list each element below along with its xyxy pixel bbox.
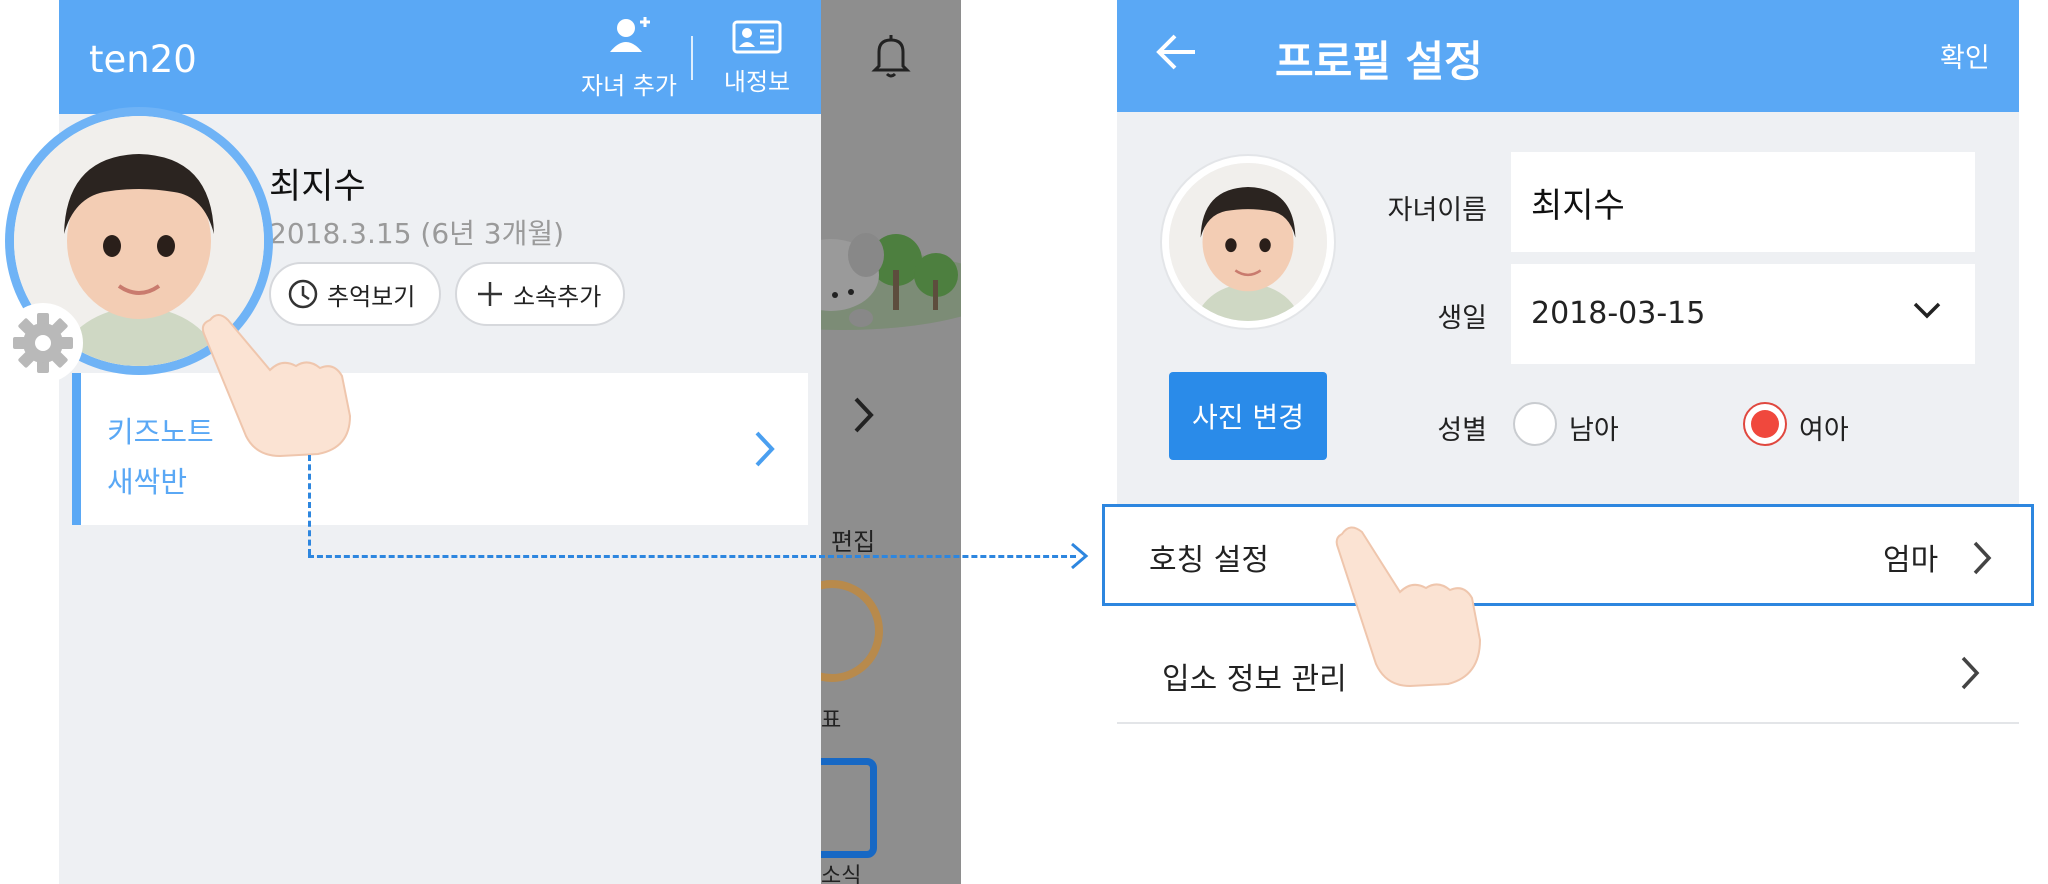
birthday-value: 2018-03-15 <box>1531 296 1706 331</box>
admission-info-row[interactable]: 입소 정보 관리 <box>1117 614 2019 724</box>
change-photo-button[interactable]: 사진 변경 <box>1169 372 1327 460</box>
app-header: ten20 자녀 추가 내정보 <box>59 0 821 114</box>
settings-button[interactable] <box>3 303 83 383</box>
plus-icon <box>478 282 502 306</box>
add-person-icon <box>610 17 650 52</box>
back-arrow-icon[interactable] <box>1153 30 1199 74</box>
profile-header: 프로필 설정 확인 <box>1117 0 2019 112</box>
profile-settings-screen: 프로필 설정 확인 사진 변경 자녀이름 생일 2018-03-15 <box>1102 0 2034 884</box>
page-title: 프로필 설정 <box>1275 37 1483 86</box>
gender-radio-girl[interactable] <box>1743 402 1787 446</box>
memories-label: 추억보기 <box>327 282 416 311</box>
name-label: 자녀이름 <box>1387 195 1487 226</box>
child-name-input[interactable] <box>1511 152 1975 252</box>
pointing-hand-icon <box>1335 526 1482 688</box>
my-info-label: 내정보 <box>723 68 791 96</box>
admission-label: 입소 정보 관리 <box>1162 662 1347 697</box>
clock-icon <box>288 279 318 309</box>
nickname-value: 엄마 <box>1883 543 1939 578</box>
pointing-hand-icon <box>201 314 352 458</box>
birthday-label: 생일 <box>1437 303 1487 334</box>
edit-label: 편집 <box>831 528 876 556</box>
menu-label: 표 <box>821 708 842 733</box>
app-title: ten20 <box>89 38 197 81</box>
radio-selected-dot <box>1751 410 1779 438</box>
chevron-down-icon <box>1913 302 1941 319</box>
child-name: 최지수 <box>269 167 366 207</box>
gender-label: 성별 <box>1437 415 1487 446</box>
add-child-label: 자녀 추가 <box>581 72 677 100</box>
bell-icon <box>871 35 911 78</box>
add-affiliation-label: 소속추가 <box>513 282 602 311</box>
class-organization: 키즈노트 <box>107 415 214 449</box>
gender-option-boy: 남아 <box>1569 415 1619 446</box>
elephant-illustration <box>821 233 961 330</box>
class-name: 새싹반 <box>107 465 188 499</box>
birthday-select[interactable]: 2018-03-15 <box>1511 264 1975 364</box>
gender-option-girl: 여아 <box>1799 415 1849 446</box>
menu-icon-ring <box>821 580 883 682</box>
add-child-button[interactable]: 자녀 추가 <box>559 14 699 100</box>
class-card[interactable]: 키즈노트 새싹반 <box>72 373 808 525</box>
confirm-button[interactable]: 확인 <box>1940 36 1990 75</box>
child-avatar <box>1169 163 1327 321</box>
profile-form: 사진 변경 자녀이름 생일 2018-03-15 성별 남아 여아 <box>1117 112 2019 504</box>
nickname-label: 호칭 설정 <box>1149 543 1269 578</box>
id-card-icon <box>732 20 782 54</box>
menu-label: 소식 <box>821 864 862 884</box>
my-info-button[interactable]: 내정보 <box>707 14 807 100</box>
add-affiliation-button[interactable]: 소속추가 <box>455 262 625 326</box>
dimmed-background-screen: 편집 표 소식 <box>821 0 961 884</box>
chevron-right-icon <box>1961 656 1980 690</box>
gear-icon <box>13 313 73 373</box>
chevron-right-icon <box>854 397 874 433</box>
chevron-right-icon <box>755 431 775 467</box>
connector-line <box>308 555 1076 558</box>
header-divider <box>691 36 693 80</box>
menu-icon-square <box>821 758 877 858</box>
chevron-right-icon <box>1973 541 1992 575</box>
child-birth: 2018.3.15 (6년 3개월) <box>269 217 565 250</box>
arrow-head-icon <box>1071 542 1089 570</box>
child-photo <box>1169 163 1327 321</box>
gender-radio-boy[interactable] <box>1513 402 1557 446</box>
nickname-setting-row[interactable]: 호칭 설정 엄마 <box>1102 504 2034 606</box>
connector-line <box>308 455 311 555</box>
